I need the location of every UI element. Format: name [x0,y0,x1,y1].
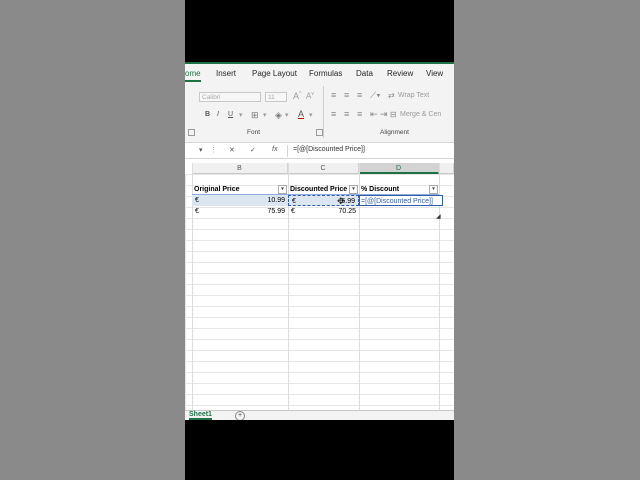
ribbon-separator [323,86,324,138]
tab-home[interactable]: ome [185,69,201,82]
percent-discount-edit-cell[interactable]: =[@[Discounted Price]] [359,195,443,206]
right-backdrop [454,0,640,480]
currency-symbol: € [195,197,199,204]
tab-view[interactable]: View [426,69,443,78]
insert-function-icon[interactable]: fx [272,146,277,153]
filter-dropdown-icon[interactable]: ▾ [429,185,438,194]
font-dialog-launcher-icon[interactable] [316,129,323,136]
font-group-label: Font [247,129,261,136]
table-row[interactable]: € 10.99 [192,195,288,206]
column-header-d[interactable]: D [359,163,439,174]
italic-icon[interactable]: I [217,111,219,118]
ribbon-body: Calibri 11 A^ Av B I U ▾ ⊞ ▾ ◈ ▾ A ▾ Fon… [185,84,454,143]
column-header-c[interactable]: C [288,163,359,174]
underline-icon[interactable]: U [228,111,233,118]
wrap-text-button[interactable]: Wrap Text [398,92,429,99]
font-name-box[interactable]: Calibri [199,92,261,102]
table-header-discounted-price[interactable]: Discounted Price ▾ [288,184,359,195]
original-price-value: 75.99 [267,208,285,215]
excel-window: ome Insert Page Layout Formulas Data Rev… [185,62,454,420]
fill-color-icon[interactable]: ◈ [275,110,282,121]
grow-font-icon[interactable]: A^ [293,91,301,101]
borders-dropdown-icon[interactable]: ▾ [263,111,267,119]
ribbon-tabs: ome Insert Page Layout Formulas Data Rev… [185,62,454,84]
clipboard-dialog-launcher-icon[interactable] [188,129,195,136]
column-header-e[interactable] [439,163,454,174]
decrease-indent-icon[interactable]: ⇤ [370,109,378,120]
currency-symbol: € [291,208,295,215]
column-header-b[interactable]: B [192,163,288,174]
sheet-tab-bar: Sheet1 + [185,410,454,420]
tab-insert[interactable]: Insert [216,69,236,78]
tab-formulas[interactable]: Formulas [309,69,342,78]
increase-indent-icon[interactable]: ⇥ [380,109,388,120]
phone-frame: ome Insert Page Layout Formulas Data Rev… [185,0,454,480]
orientation-icon[interactable]: ⟋▾ [370,90,381,101]
add-sheet-icon[interactable]: + [235,411,245,420]
align-right-icon[interactable]: ≡ [357,109,362,119]
align-middle-icon[interactable]: ≡ [344,90,349,100]
align-left-icon[interactable]: ≡ [331,109,336,119]
formula-bar-grip-icon: ⋮ [210,147,217,154]
table-header-original-price[interactable]: Original Price ▾ [192,184,288,195]
align-bottom-icon[interactable]: ≡ [357,90,362,100]
table-resize-handle-icon[interactable]: ◢ [436,213,441,220]
filter-dropdown-icon[interactable]: ▾ [349,185,358,194]
align-top-icon[interactable]: ≡ [331,90,336,100]
borders-icon[interactable]: ⊞ [251,110,259,121]
wrap-text-icon[interactable]: ⇄ [388,91,395,100]
shrink-font-icon[interactable]: Av [306,91,314,101]
tab-review[interactable]: Review [387,69,413,78]
alignment-group-label: Alignment [380,129,409,136]
discounted-price-value: 70.25 [338,208,356,215]
original-price-value: 10.99 [267,197,285,204]
font-color-dropdown-icon[interactable]: ▾ [309,111,313,119]
tab-page-layout[interactable]: Page Layout [252,69,297,78]
formula-input[interactable]: =[@[Discounted Price]] [293,146,365,153]
bold-icon[interactable]: B [205,111,210,118]
fill-dropdown-icon[interactable]: ▾ [285,111,289,119]
filter-dropdown-icon[interactable]: ▾ [278,185,287,194]
merge-center-button[interactable]: Merge & Cen [400,111,441,118]
discounted-price-cell-referenced[interactable]: € 5.99 [288,195,359,206]
name-box-dropdown-icon[interactable]: ▾ [199,146,203,154]
align-center-icon[interactable]: ≡ [344,109,349,119]
currency-symbol: € [292,198,296,205]
left-backdrop [0,0,185,480]
currency-symbol: € [195,208,199,215]
cancel-icon[interactable]: ✕ [229,146,235,154]
formula-bar: ▾ ⋮ ✕ ✓ fx =[@[Discounted Price]] [185,144,454,159]
table-row[interactable]: € 75.99 [192,206,288,217]
underline-dropdown-icon[interactable]: ▾ [239,111,243,119]
percent-discount-cell[interactable] [359,206,439,217]
font-size-box[interactable]: 11 [265,92,287,102]
table-row[interactable]: € 70.25 [288,206,359,217]
font-color-icon[interactable]: A [298,109,304,119]
merge-icon[interactable]: ⊟ [390,110,397,119]
tab-data[interactable]: Data [356,69,373,78]
sheet-tab-sheet1[interactable]: Sheet1 [189,411,212,420]
enter-icon[interactable]: ✓ [250,146,256,154]
table-header-percent-discount[interactable]: % Discount ▾ [359,184,439,195]
